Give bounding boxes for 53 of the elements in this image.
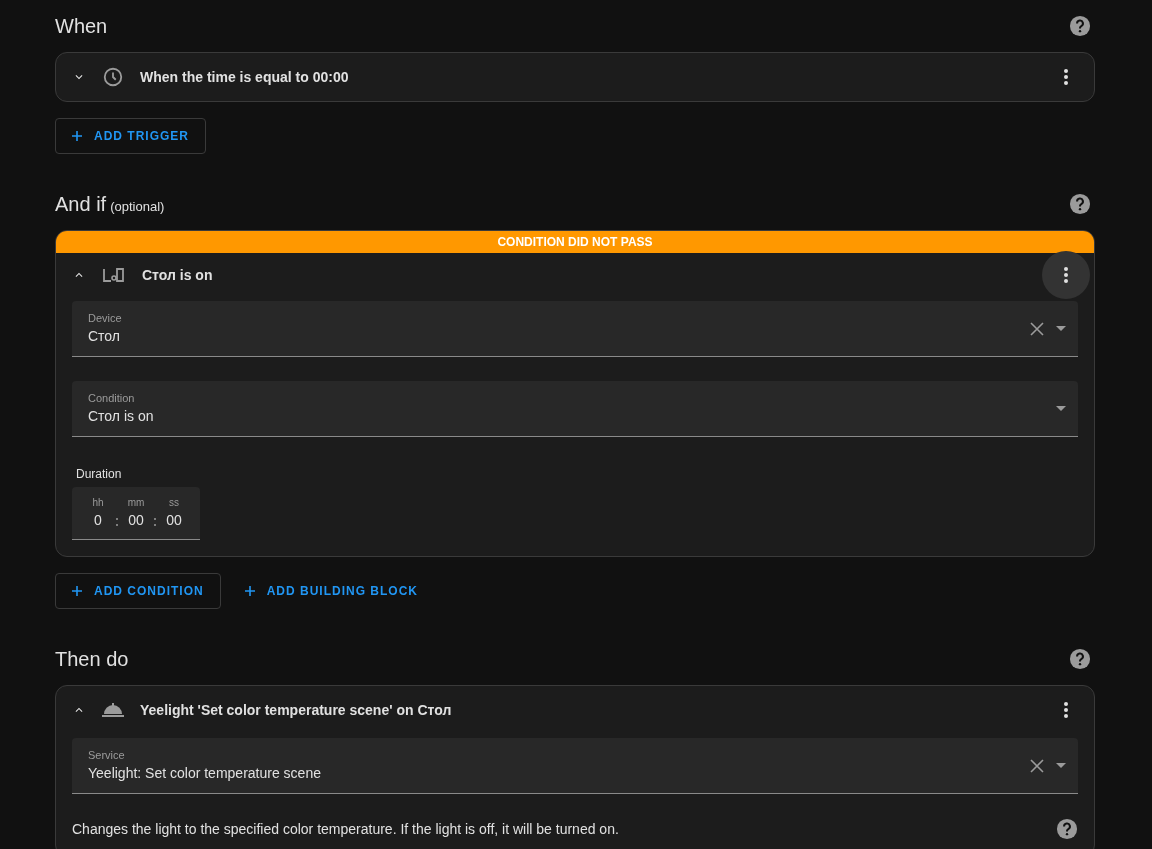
unit-value: 0 — [94, 511, 102, 530]
unit-label: mm — [127, 496, 145, 510]
close-icon[interactable] — [1030, 758, 1044, 773]
card-title: When the time is equal to 00:00 — [140, 67, 350, 87]
help-icon[interactable] — [1069, 15, 1091, 37]
warning-banner: CONDITION DID NOT PASS — [56, 231, 1094, 253]
description-text: Changes the light to the specified color temperature. If the light is off, it will be turned on. — [72, 819, 619, 839]
field-value: Стол is on — [88, 407, 155, 427]
service-bell-icon — [102, 702, 124, 718]
field-label: Condition — [88, 390, 136, 406]
section-title: Then do — [55, 647, 129, 672]
add-button[interactable]: ADD BUILDING BLOCK — [228, 573, 434, 609]
unit-value: 00 — [128, 511, 144, 530]
help-icon[interactable] — [1056, 818, 1078, 840]
section-title: When — [55, 14, 108, 39]
help-icon[interactable] — [1069, 648, 1091, 670]
field-value: Стол — [88, 327, 121, 347]
section-subtitle: (optional) — [110, 198, 165, 216]
select-field[interactable]: Device Стол — [72, 301, 1078, 357]
dropdown-arrow-icon[interactable] — [1056, 326, 1066, 331]
unit-label: hh — [92, 496, 104, 510]
help-icon[interactable] — [1069, 193, 1091, 215]
more-vertical-icon — [1064, 267, 1068, 283]
field-label: Service — [88, 747, 126, 763]
more-vertical-icon — [1064, 702, 1068, 718]
card-header[interactable]: Стол is on — [56, 253, 1094, 297]
clock-icon — [102, 66, 124, 88]
field-label: Device — [88, 310, 123, 326]
dropdown-arrow-icon[interactable] — [1056, 406, 1066, 411]
unit-value: 00 — [166, 511, 182, 530]
card-title: Стол is on — [142, 265, 214, 285]
unit-label: ss — [169, 496, 179, 510]
dropdown-arrow-icon[interactable] — [1056, 763, 1066, 768]
time-separator-icon — [154, 518, 156, 526]
plus-icon — [72, 131, 82, 141]
more-options-button[interactable] — [1042, 251, 1090, 299]
card-title: Yeelight 'Set color temperature scene' on Стол — [140, 700, 453, 720]
field-label: Duration — [76, 466, 122, 483]
field-value: Yeelight: Set color temperature scene — [88, 764, 322, 784]
select-field[interactable]: Service Yeelight: Set color temperature scene — [72, 738, 1078, 794]
add-button[interactable]: ADD CONDITION — [55, 573, 221, 609]
more-vertical-icon — [1064, 69, 1068, 85]
plus-icon — [72, 586, 82, 596]
close-icon[interactable] — [1030, 321, 1044, 336]
devices-icon — [102, 266, 126, 284]
time-separator-icon — [116, 518, 118, 526]
add-button[interactable]: ADD TRIGGER — [55, 118, 206, 154]
duration-field[interactable]: hh 0 mm 00 ss 00 — [72, 487, 200, 540]
plus-icon — [244, 586, 255, 596]
card-header[interactable]: When the time is equal to 00:00 — [56, 53, 1094, 101]
select-field[interactable]: Condition Стол is on — [72, 381, 1078, 437]
card-header[interactable]: Yeelight 'Set color temperature scene' on Стол — [56, 686, 1094, 734]
section-title: And if — [55, 192, 107, 217]
